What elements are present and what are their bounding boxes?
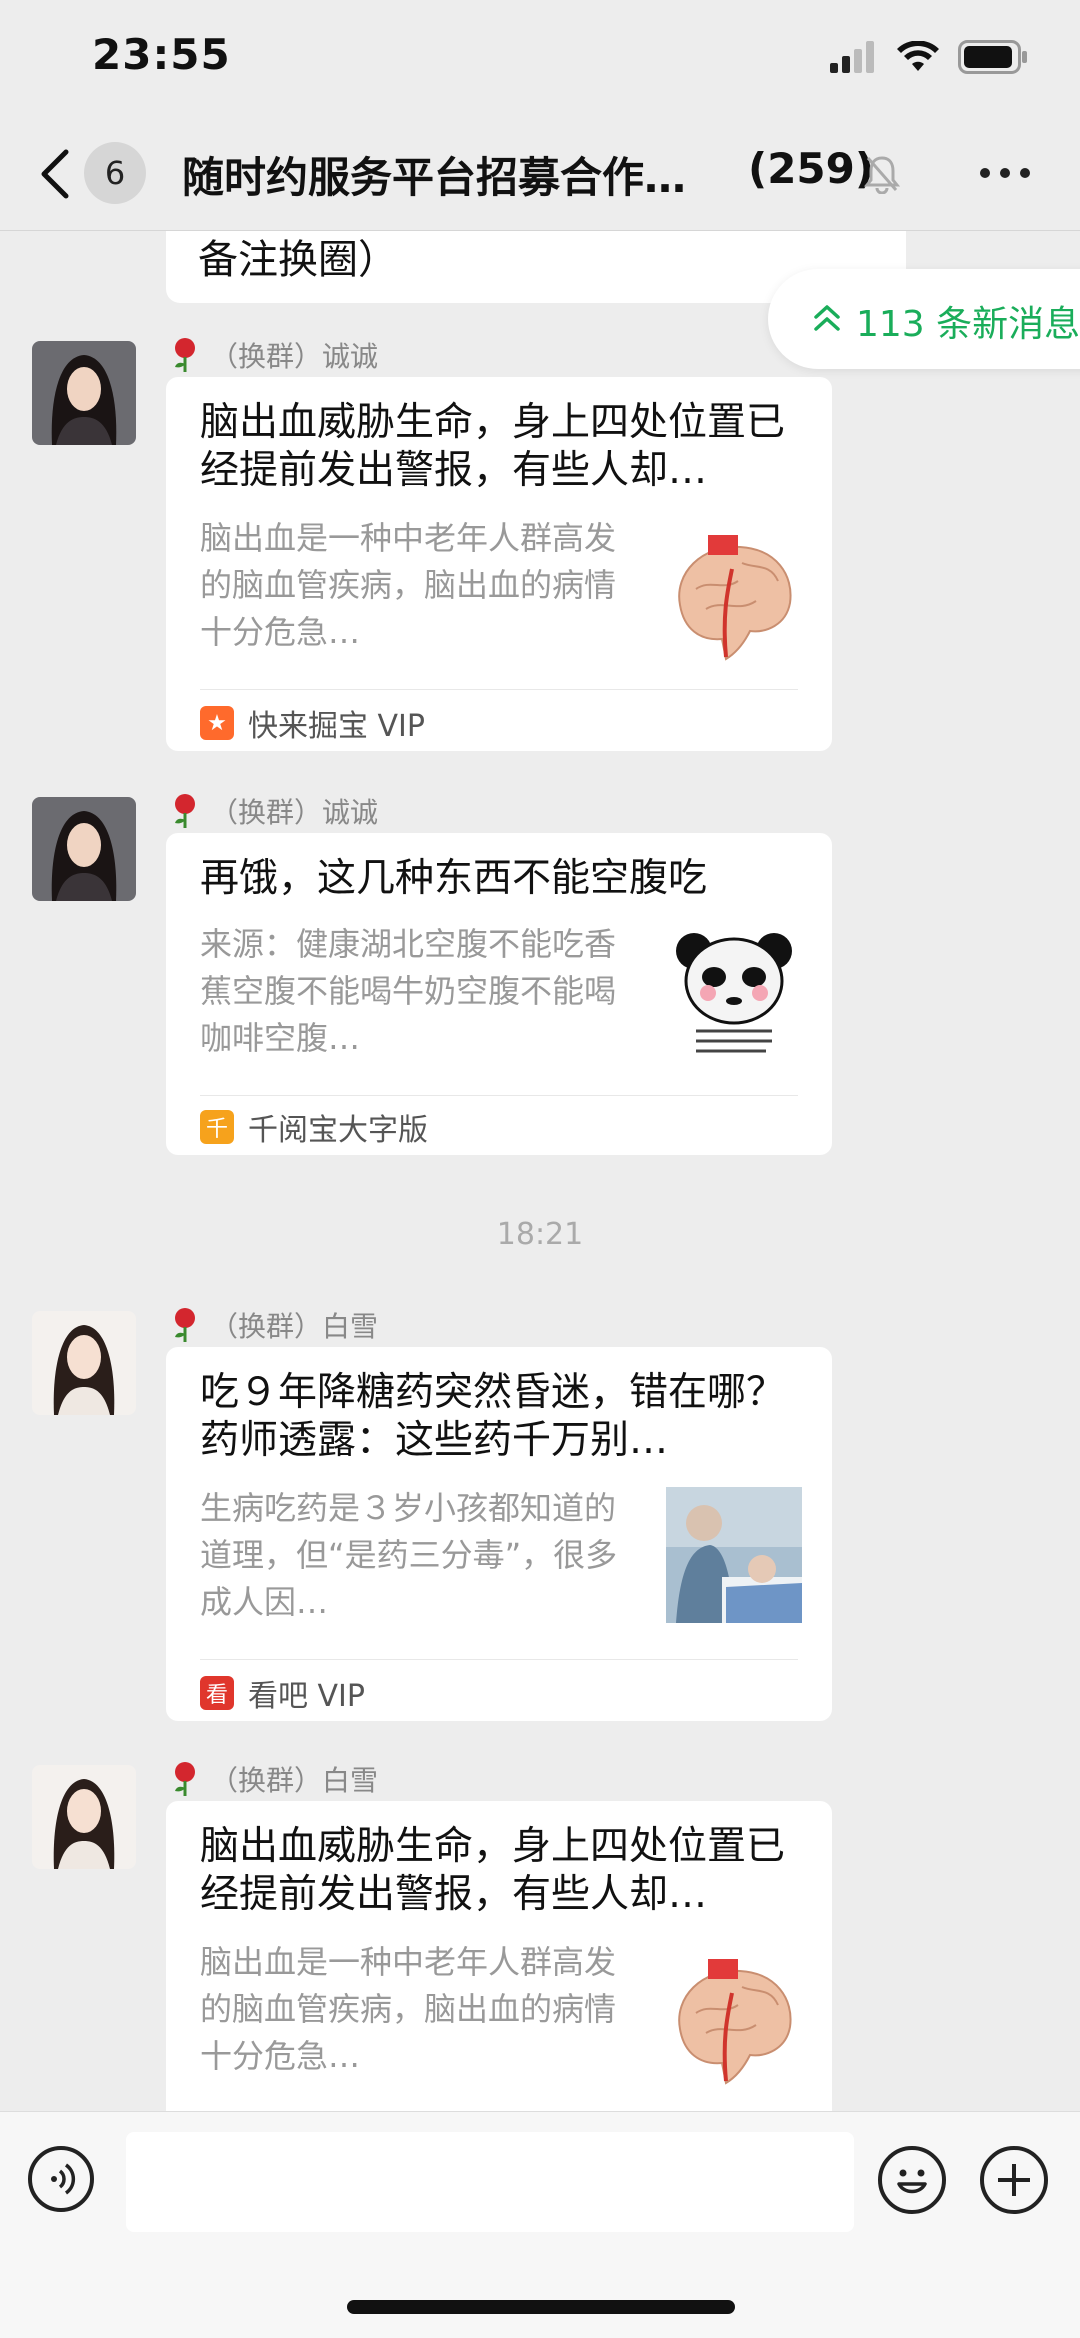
group-chat-title[interactable]: 随时约服务平台招募合作… (182, 144, 686, 205)
sender-name: （换群）白雪 (210, 1310, 379, 1343)
sender-name-line: （换群）白雪 (170, 1305, 378, 1345)
link-card-description: 生病吃药是３岁小孩都知道的道理，但“是药三分毒”，很多成人因… (200, 1489, 618, 1621)
panda-meme-image (666, 923, 802, 1059)
link-card-title: 脑出血威胁生命，身上四处位置已经提前发出警报，有些人却… (200, 1824, 786, 1917)
link-card[interactable]: 再饿，这几种东西不能空腹吃 来源：健康湖北空腹不能吃香蕉空腹不能喝牛奶空腹不能喝… (166, 833, 832, 1155)
avatar[interactable] (32, 1311, 136, 1415)
sender-name: （换群）白雪 (210, 1764, 379, 1797)
cellular-signal-icon (830, 41, 874, 73)
mute-bell-icon (864, 156, 900, 194)
sender-name-line: （换群）诚诚 (170, 335, 378, 375)
status-time: 23:55 (92, 30, 231, 79)
link-card-title: 吃９年降糖药突然昏迷，错在哪？药师透露：这些药千万别… (200, 1370, 786, 1463)
link-card-divider (200, 1095, 798, 1096)
link-card-title: 脑出血威胁生命，身上四处位置已经提前发出警报，有些人却… (200, 400, 786, 493)
source-name: 快来掘宝 VIP (248, 709, 425, 744)
avatar[interactable] (32, 341, 136, 445)
link-card-description: 脑出血是一种中老年人群高发的脑血管疾病，脑出血的病情十分危急… (200, 1943, 617, 2075)
message-text-input[interactable] (126, 2132, 854, 2232)
emoji-button[interactable] (878, 2146, 946, 2214)
back-arrow-icon[interactable] (36, 148, 76, 200)
link-card[interactable]: 脑出血威胁生命，身上四处位置已经提前发出警报，有些人却… 脑出血是一种中老年人群… (166, 377, 832, 751)
group-member-count: (259) (748, 144, 875, 193)
app-source-icon: ★ (200, 706, 234, 740)
source-name: 看吧 VIP (248, 1679, 365, 1714)
status-bar: 23:55 (0, 0, 1080, 120)
link-card-source: 千 千阅宝大字版 (200, 1105, 428, 1149)
new-messages-button[interactable]: 113 条新消息 (768, 269, 1080, 369)
hospital-patient-image (666, 1487, 802, 1623)
battery-icon (958, 40, 1027, 74)
sender-name-line: （换群）白雪 (170, 1759, 378, 1799)
more-options-icon[interactable] (980, 168, 1030, 178)
link-card-divider (200, 1659, 798, 1660)
app-source-icon: 看 (200, 1676, 234, 1710)
new-messages-label: 113 条新消息 (856, 304, 1080, 345)
link-card-description: 脑出血是一种中老年人群高发的脑血管疾病，脑出血的病情十分危急… (200, 519, 617, 651)
link-card[interactable]: 吃９年降糖药突然昏迷，错在哪？药师透露：这些药千万别… 生病吃药是３岁小孩都知道… (166, 1347, 832, 1721)
previous-message-text: 备注换圈） (198, 237, 398, 283)
home-indicator[interactable] (347, 2300, 735, 2314)
link-card-source: ★ 快来掘宝 VIP (200, 701, 425, 745)
plus-icon (998, 2164, 1030, 2196)
rose-icon (175, 794, 195, 828)
sender-name: （换群）诚诚 (210, 796, 379, 829)
rose-icon (175, 1308, 195, 1342)
link-card-source: 看 看吧 VIP (200, 1671, 365, 1715)
link-card-description: 来源：健康湖北空腹不能吃香蕉空腹不能喝牛奶空腹不能喝咖啡空腹… (200, 925, 617, 1057)
source-name: 千阅宝大字版 (248, 1113, 428, 1148)
chat-message-list[interactable]: 备注换圈） （换群）诚诚 脑出血威胁生命，身上四处位置已经提前发出警报，有些人却… (0, 231, 1080, 2111)
smiley-face-icon (897, 2169, 927, 2194)
avatar[interactable] (32, 1765, 136, 1869)
app-source-icon: 千 (200, 1110, 234, 1144)
avatar[interactable] (32, 797, 136, 901)
voice-input-button[interactable] (28, 2146, 94, 2212)
link-card-title: 再饿，这几种东西不能空腹吃 (200, 856, 708, 901)
status-icons (830, 40, 1028, 74)
link-card[interactable]: 脑出血威胁生命，身上四处位置已经提前发出警报，有些人却… 脑出血是一种中老年人群… (166, 1801, 832, 2111)
double-chevron-up-icon (814, 305, 840, 331)
brain-image (666, 1953, 802, 2089)
voice-wave-icon (51, 2163, 76, 2195)
sender-name: （换群）诚诚 (210, 340, 379, 373)
timestamp-separator: 18:21 (496, 1217, 584, 1252)
link-card-divider (200, 689, 798, 690)
sender-name-line: （换群）诚诚 (170, 791, 378, 831)
rose-icon (175, 1762, 195, 1796)
wifi-icon (897, 41, 939, 71)
brain-image (666, 529, 802, 665)
more-functions-button[interactable] (980, 2146, 1048, 2214)
chat-header: 6 随时约服务平台招募合作… (259) (0, 120, 1080, 231)
rose-icon (175, 338, 195, 372)
unread-count-badge[interactable]: 6 (84, 142, 146, 204)
